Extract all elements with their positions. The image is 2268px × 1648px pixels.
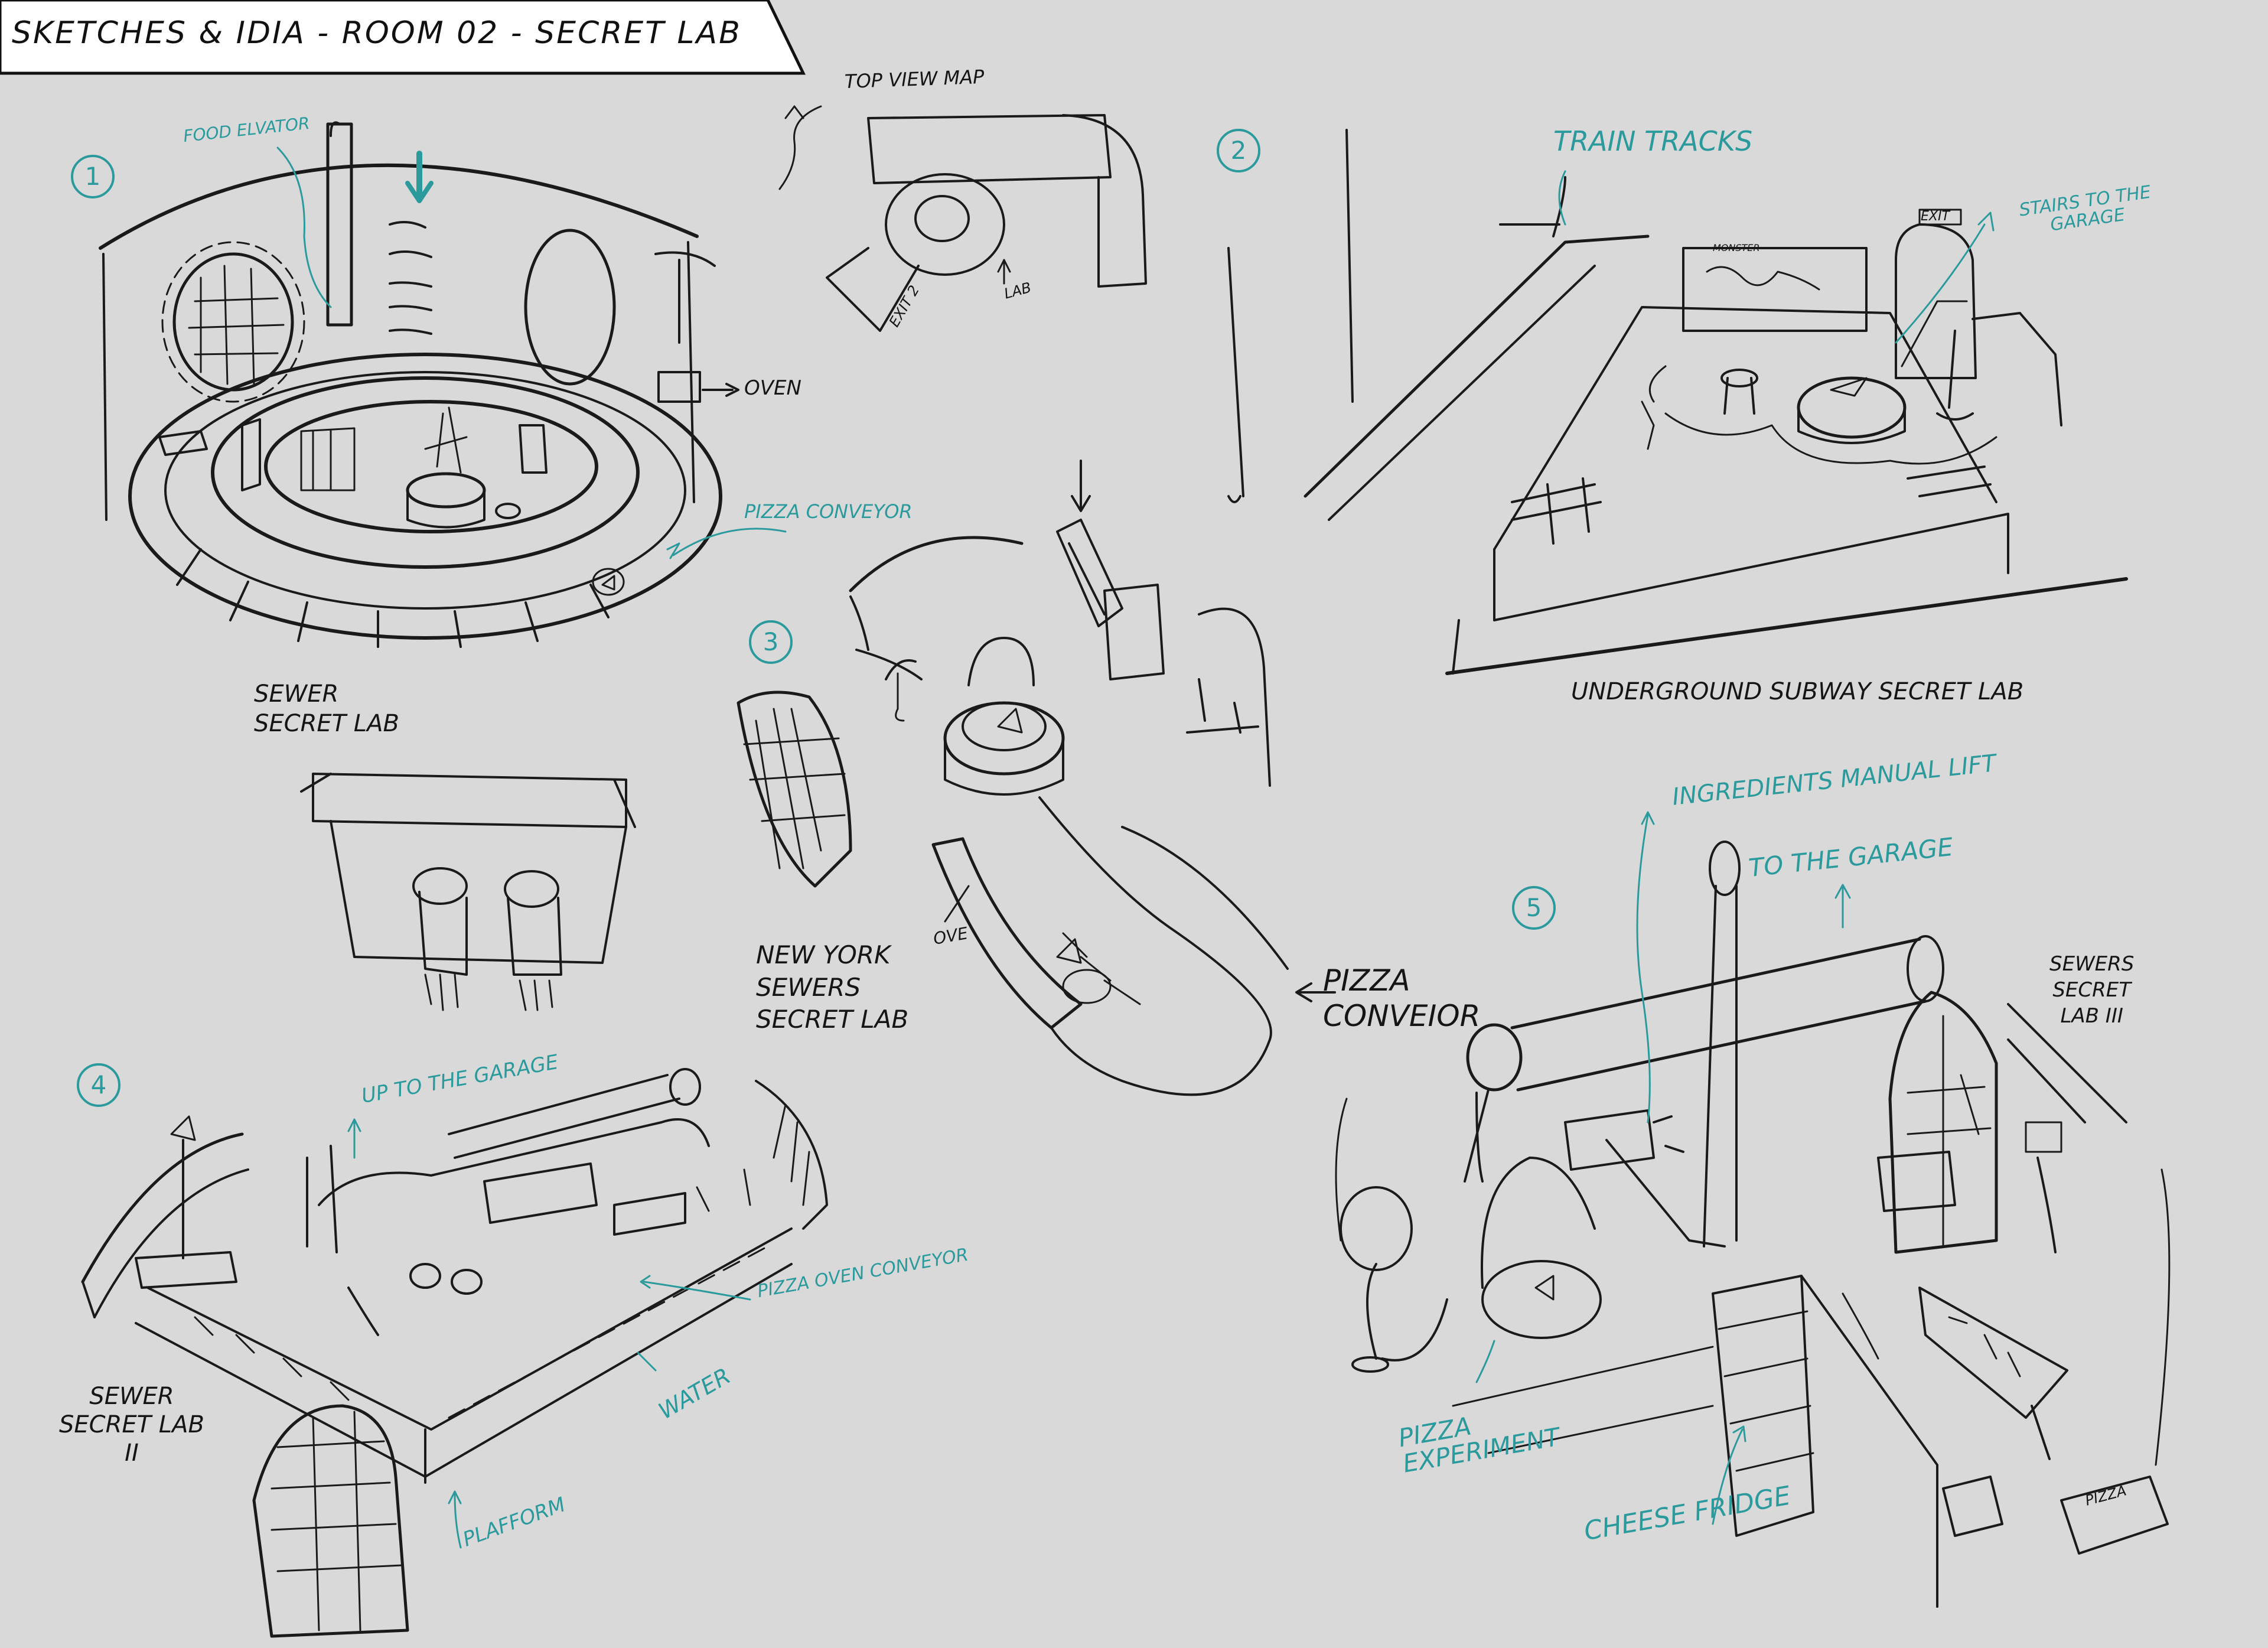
sketch-4-sewer-lab-2: [81, 1068, 828, 1638]
underground-subway-caption: UNDERGROUND SUBWAY SECRET LAB: [1571, 678, 2024, 705]
sketch-1-leaders: [276, 146, 787, 559]
sewers-secret-lab-3-caption: SEWERS SECRET LAB III: [2049, 952, 2135, 1028]
exit-sign-label: EXIT: [1921, 209, 1950, 224]
sketch-number-1: 1: [71, 155, 115, 198]
sketch-number-3: 3: [749, 620, 793, 664]
pizza-conveior-label: PIZZA CONVEIOR: [1323, 963, 1481, 1033]
sewer-secret-lab-caption: SEWER SECRET LAB: [254, 680, 399, 737]
sketch-1-sewer-lab: [99, 121, 739, 648]
top-view-title: TOP VIEW MAP: [844, 65, 985, 93]
train-tracks-label: TRAIN TRACKS: [1553, 125, 1753, 157]
sketch-number-2: 2: [1217, 129, 1260, 172]
sewer-secret-lab-2-caption: SEWER SECRET LAB II: [59, 1383, 204, 1467]
top-view-map: [778, 105, 1354, 503]
sketch-drawings: [81, 105, 2171, 1638]
sketch-number-4: 4: [77, 1063, 120, 1107]
pizza-conveyor-label: PIZZA CONVEYOR: [744, 500, 913, 523]
sketch-glove-box: [300, 773, 636, 1011]
oven-label: OVEN: [744, 376, 801, 400]
sketch-4-leaders: [347, 1118, 751, 1549]
new-york-sewers-caption: NEW YORK SEWERS SECRET LAB: [756, 940, 909, 1034]
concept-sketch-sheet: SKETCHES & IDIA - ROOM 02 - SECRET LAB 1…: [0, 0, 2268, 1648]
sketch-number-5: 5: [1512, 886, 1556, 930]
monster-sign-label: MONSTER: [1713, 242, 1760, 253]
